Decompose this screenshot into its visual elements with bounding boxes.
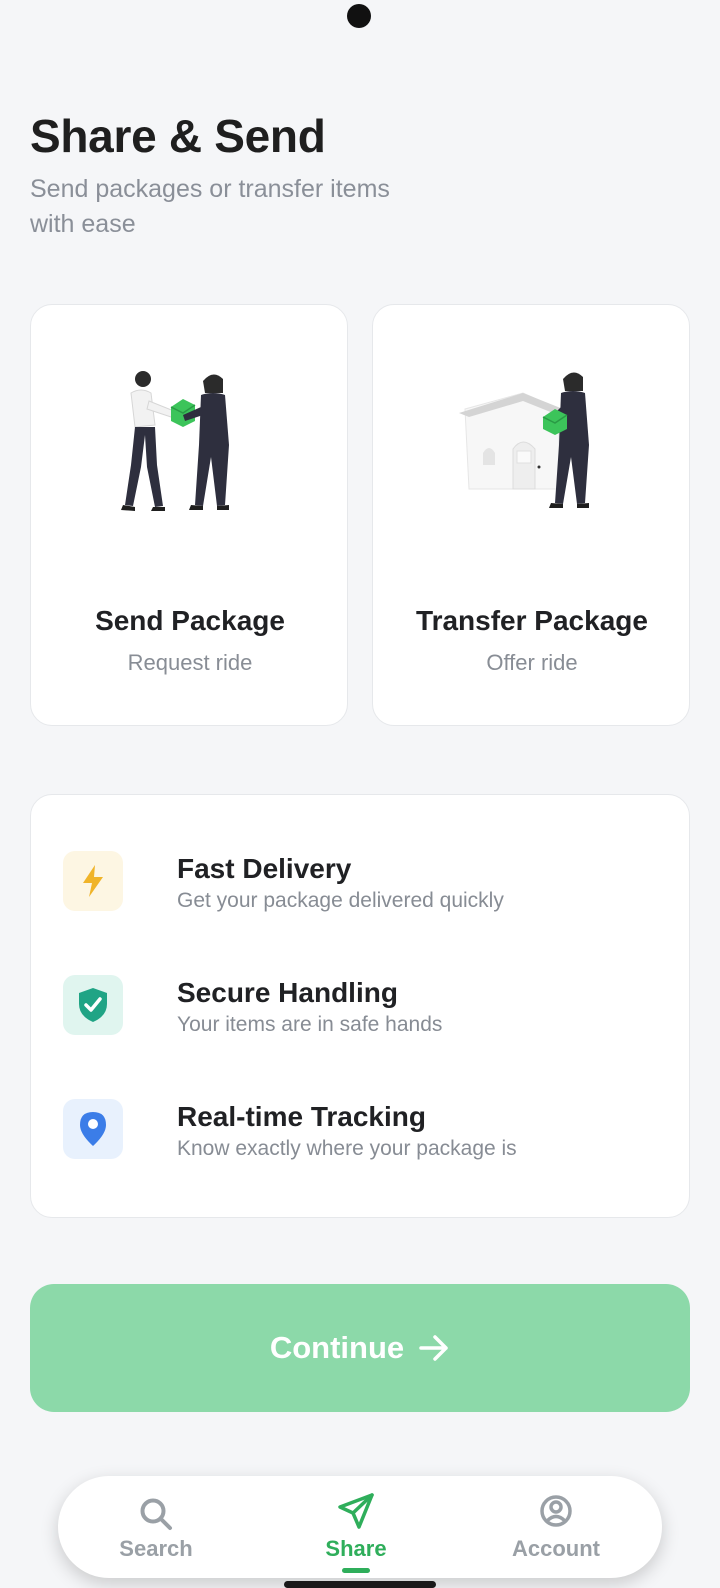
shield-check-icon [63,975,123,1035]
feature-fast-delivery: Fast Delivery Get your package delivered… [63,851,663,915]
location-pin-icon [63,1099,123,1159]
nav-label-account: Account [512,1536,600,1561]
page-title: Share & Send [30,110,326,162]
send-package-title: Send Package [95,605,285,636]
camera-cutout [347,4,371,28]
feature-description: Know exactly where your package is [177,1137,517,1160]
continue-label: Continue [269,1330,405,1365]
bottom-navigation: Search Share Account [58,1476,662,1578]
feature-real-time-tracking: Real-time Tracking Know exactly where yo… [63,1099,663,1163]
feature-description: Get your package delivered quickly [177,889,504,912]
feature-secure-handling: Secure Handling Your items are in safe h… [63,975,663,1039]
feature-title: Fast Delivery [177,853,352,884]
transfer-package-card[interactable]: Transfer Package Offer ride [372,304,690,726]
house-delivery-illustration [459,372,589,508]
page-header: Share & Send Send packages or transfer i… [30,108,450,242]
send-package-card[interactable]: Send Package Request ride [30,304,348,726]
handover-illustration [121,371,229,511]
search-icon [140,1498,172,1530]
send-package-subtitle: Request ride [127,650,253,675]
transfer-package-title: Transfer Package [416,605,648,636]
nav-label-search: Search [119,1536,193,1561]
transfer-package-subtitle: Offer ride [486,650,578,675]
nav-item-account[interactable]: Account [476,1476,636,1578]
nav-item-share[interactable]: Share [276,1476,436,1578]
home-indicator [284,1581,436,1588]
feature-title: Real-time Tracking [177,1101,426,1132]
send-icon [338,1493,374,1529]
page-subtitle: Send packages or transfer items with eas… [30,175,390,238]
account-icon [540,1495,572,1527]
option-cards: Send Package Request ride Transfer Packa… [30,304,690,726]
continue-button[interactable]: Continue [30,1284,690,1412]
nav-item-search[interactable]: Search [76,1476,236,1578]
arrow-right-icon [419,1335,448,1361]
feature-title: Secure Handling [177,977,398,1008]
feature-description: Your items are in safe hands [177,1013,443,1036]
active-tab-indicator [342,1568,370,1573]
features-panel: Fast Delivery Get your package delivered… [30,794,690,1218]
nav-label-share: Share [325,1536,387,1561]
lightning-icon [63,851,123,911]
